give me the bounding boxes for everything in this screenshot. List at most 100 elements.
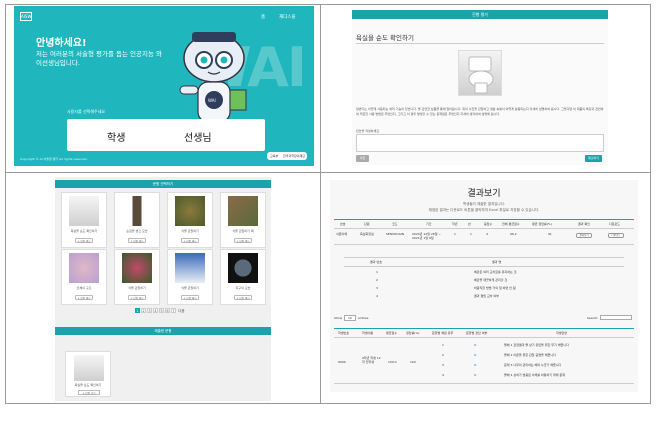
item-card[interactable]: 식물 관찰하기 팩 + 답변 제시 <box>220 192 266 248</box>
card-caption: 손잡을 벗긴 모습 <box>126 229 148 233</box>
summary-table-divider <box>334 228 634 229</box>
teacher-role-button[interactable]: 선생님 <box>184 129 212 144</box>
item-card[interactable]: 지구의 모습 + 답변 제시 <box>220 249 266 305</box>
answer-question-no: 4 <box>442 373 444 377</box>
criteria-name: 바람직한 방법 거의 일 하면 안 됨 <box>474 286 516 290</box>
criteria-number: 4 <box>376 294 378 298</box>
download-button[interactable]: 다운로드 <box>608 233 624 238</box>
answer-mark: O <box>474 353 477 357</box>
nav-display-link[interactable]: 재디스플 <box>279 14 296 20</box>
pager-next-link[interactable]: 다음 <box>178 309 184 313</box>
pagination: 1234567 다음 <box>135 308 185 314</box>
card-caption: 지구의 모습 <box>235 286 251 290</box>
page-button[interactable]: 5 <box>159 308 164 313</box>
answer-question-no: 1 <box>442 343 444 347</box>
results-subtitle-1: 학생들이 제출한 결과입니다. <box>463 202 505 206</box>
question-description: 양변기는 이렇게 사용되는 여러 기능이 있습니다. 물 관련한 상품을 통해 … <box>356 107 604 116</box>
students-table-bottom <box>334 383 634 384</box>
summary-cell: 91 <box>548 232 552 236</box>
student-name: 9학년 학생 12학 전학생 <box>362 356 381 364</box>
students-col-header: 학생답변 <box>556 331 568 335</box>
page-button[interactable]: 7 <box>171 308 176 313</box>
page-button[interactable]: 1 <box>135 308 140 313</box>
app-logo[interactable]: AISW <box>20 12 32 21</box>
student-role-button[interactable]: 학생 <box>107 129 125 144</box>
show-label: Show <box>334 316 343 320</box>
answer-textarea[interactable] <box>356 134 604 152</box>
answer-text: 물체 1 관찰결과 물 상기 유입을 위한 무기 해줍니다 <box>504 343 569 347</box>
criteria-table-top <box>344 257 624 258</box>
question-screen: 진행 평가 욕실을 순도 확인하기 양변기는 이렇게 사용되는 여러 기능이 있… <box>352 10 608 165</box>
page-button[interactable]: 2 <box>141 308 146 313</box>
criteria-table-divider <box>344 266 624 267</box>
students-col-header: 학생이름 <box>362 331 374 335</box>
students-col-header: 정답률(%) <box>406 331 420 335</box>
criteria-name: 배관을 깨끗하게 관리할 것 <box>474 278 508 282</box>
answer-mark: O <box>474 373 477 377</box>
answer-question-no: 2 <box>442 353 444 357</box>
criteria-name: 결과 결핍 교차 여부 <box>474 294 499 298</box>
title-divider <box>356 43 604 44</box>
card-thumbnail <box>69 253 99 283</box>
submit-button[interactable]: 제출하기 <box>585 155 602 162</box>
summary-table-bottom <box>334 244 634 245</box>
item-card[interactable]: 욕실을 순도 확인하기 + 답변 제시 <box>61 192 107 248</box>
item-card[interactable]: 손잡을 벗긴 모습 + 답변 제시 <box>114 192 160 248</box>
grid-border-right <box>650 4 651 404</box>
page-button[interactable]: 4 <box>153 308 158 313</box>
item-card[interactable]: 식물 관찰하기 + 답변 제시 <box>167 249 213 305</box>
submitted-item-card[interactable]: 욕실을 순도 확인하기 + 답변 보기 <box>65 351 111 397</box>
card-caption: 식물 관찰하기 팩 <box>232 229 254 233</box>
summary-cell: 96.2 <box>510 232 517 236</box>
card-button[interactable]: + 답변 제시 <box>128 238 146 243</box>
criteria-col-header: 결과 명 <box>492 260 502 264</box>
submitted-view-button[interactable]: + 답변 보기 <box>78 390 100 395</box>
answer-mark: O <box>474 363 477 367</box>
students-col-header: 평균점수 <box>386 331 398 335</box>
card-button[interactable]: + 답변 제시 <box>234 238 252 243</box>
view-result-button[interactable]: 결과보기 <box>576 233 592 238</box>
nav-home-link[interactable]: 홈 <box>261 14 265 20</box>
question-header-bar: 진행 평가 <box>352 10 608 19</box>
card-thumbnail <box>175 196 205 226</box>
card-button[interactable]: + 답변 제시 <box>75 295 93 300</box>
criteria-number: 1 <box>376 270 378 274</box>
search-label: Search: <box>587 316 599 320</box>
entries-select[interactable]: 10 <box>344 315 356 321</box>
prev-button[interactable]: 이전 <box>356 155 369 162</box>
summary-table-top-border <box>334 219 634 220</box>
student-average: 100.0 <box>388 360 397 364</box>
summary-col-header: 반 <box>468 222 471 226</box>
summary-col-header: 다운로드 <box>609 222 621 226</box>
card-button[interactable]: + 답변 제시 <box>234 295 252 300</box>
greeting-heading: 안녕하세요! <box>36 38 87 49</box>
results-title: 결과보기 <box>467 189 501 199</box>
students-table-divider <box>334 337 634 338</box>
card-thumbnail <box>69 196 99 226</box>
grid-border-left <box>5 4 6 404</box>
item-card[interactable]: 식물 관찰하기 + 답변 제시 <box>167 192 213 248</box>
summary-cell: 1 <box>470 232 472 236</box>
page-button[interactable]: 6 <box>165 308 170 313</box>
question-title: 욕실을 순도 확인하기 <box>356 34 414 42</box>
page-button[interactable]: 3 <box>147 308 152 313</box>
criteria-name: 배관은 여러 교차로를 유지하는 것 <box>474 270 517 274</box>
card-button[interactable]: + 답변 제시 <box>75 238 93 243</box>
item-card[interactable]: 인체의 구조 + 답변 제시 <box>61 249 107 305</box>
landing-screen: AISW 홈 재디스플 WAI 안녕하세요! 저는 여러분의 서술형 평가를 돕… <box>14 6 314 166</box>
role-selection-box <box>67 119 265 151</box>
item-card[interactable]: 식물 관찰하기 + 답변 제시 <box>114 249 160 305</box>
criteria-number: 3 <box>376 286 378 290</box>
summary-col-header: 코드 <box>392 222 398 226</box>
item-list-header: 문항 선택하기 <box>55 180 271 188</box>
card-button[interactable]: + 답변 제시 <box>181 238 199 243</box>
card-caption: 식물 관찰하기 <box>181 229 199 233</box>
card-thumbnail <box>122 196 152 226</box>
search-input[interactable] <box>600 315 632 320</box>
card-button[interactable]: + 답변 제시 <box>181 295 199 300</box>
students-table-top <box>334 328 634 329</box>
students-col-header: 문항별 정답 여부 <box>466 331 488 335</box>
card-thumbnail <box>228 253 258 283</box>
criteria-number: 2 <box>376 278 378 282</box>
card-button[interactable]: + 답변 제시 <box>128 295 146 300</box>
